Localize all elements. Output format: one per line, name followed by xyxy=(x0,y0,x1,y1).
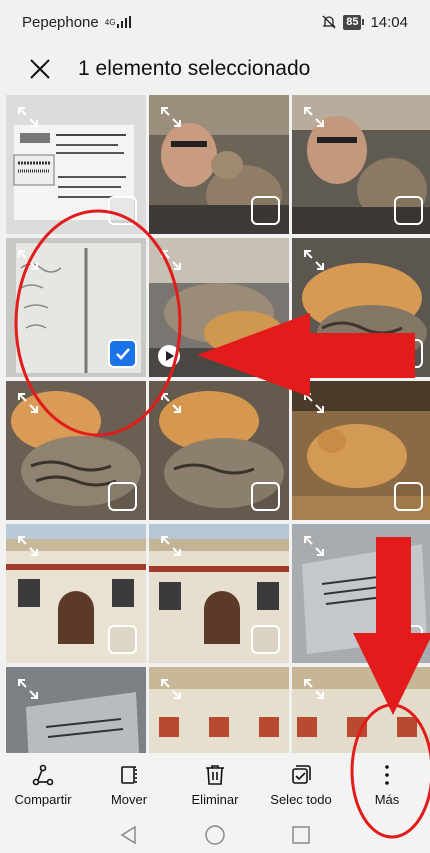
select-checkbox-checked[interactable] xyxy=(108,339,137,368)
network-type: 4G xyxy=(104,17,116,27)
photo-tile[interactable] xyxy=(149,95,289,234)
delete-label: Eliminar xyxy=(191,791,239,807)
expand-icon xyxy=(161,393,181,413)
select-all-icon xyxy=(292,764,311,784)
battery-icon: 85 xyxy=(343,14,365,30)
more-label: Más xyxy=(374,791,400,807)
expand-icon xyxy=(304,107,324,127)
action-toolbar: Compartir Mover Eliminar Selec todo Más xyxy=(0,753,430,816)
close-button[interactable] xyxy=(15,44,65,94)
close-icon xyxy=(30,59,50,79)
select-checkbox[interactable] xyxy=(108,482,137,511)
battery-level: 85 xyxy=(343,14,362,30)
system-nav-bar xyxy=(0,816,430,853)
move-label: Mover xyxy=(110,791,148,807)
share-icon xyxy=(32,764,54,785)
expand-icon xyxy=(18,536,38,556)
delete-button[interactable]: Eliminar xyxy=(172,753,258,816)
expand-icon xyxy=(18,679,38,699)
move-icon xyxy=(121,765,137,784)
expand-icon xyxy=(161,679,181,699)
select-checkbox[interactable] xyxy=(394,339,423,368)
home-icon[interactable] xyxy=(204,824,226,846)
expand-icon xyxy=(18,250,38,270)
photo-tile[interactable] xyxy=(149,667,289,753)
mute-bell-icon xyxy=(322,15,336,29)
recents-icon[interactable] xyxy=(291,825,311,845)
trash-icon xyxy=(206,764,224,785)
expand-icon xyxy=(304,536,324,556)
photo-tile[interactable] xyxy=(6,381,146,520)
more-vertical-icon xyxy=(385,764,389,785)
share-button[interactable]: Compartir xyxy=(0,753,86,816)
play-icon xyxy=(158,345,180,367)
expand-icon xyxy=(161,536,181,556)
photo-tile[interactable] xyxy=(292,667,430,753)
page-title: 1 elemento seleccionado xyxy=(78,57,311,80)
photo-tile[interactable] xyxy=(292,524,430,663)
select-checkbox[interactable] xyxy=(394,196,423,225)
select-all-label: Selec todo xyxy=(270,791,332,807)
status-bar: Pepephone 4G 85 14:04 xyxy=(0,0,430,44)
photo-grid[interactable] xyxy=(6,95,430,753)
share-label: Compartir xyxy=(14,791,72,807)
more-button[interactable]: Más xyxy=(344,753,430,816)
photo-tile[interactable] xyxy=(6,524,146,663)
clock: 14:04 xyxy=(370,13,408,31)
expand-icon xyxy=(18,393,38,413)
status-right: 85 14:04 xyxy=(321,14,408,31)
select-checkbox[interactable] xyxy=(251,482,280,511)
expand-icon xyxy=(304,679,324,699)
photo-tile[interactable] xyxy=(6,667,146,753)
select-checkbox[interactable] xyxy=(251,625,280,654)
expand-icon xyxy=(161,107,181,127)
photo-tile[interactable] xyxy=(292,238,430,377)
select-checkbox[interactable] xyxy=(108,196,137,225)
move-button[interactable]: Mover xyxy=(86,753,172,816)
back-icon[interactable] xyxy=(119,825,139,845)
photo-tile[interactable] xyxy=(149,381,289,520)
photo-tile[interactable] xyxy=(149,524,289,663)
select-checkbox[interactable] xyxy=(394,625,423,654)
photo-tile[interactable] xyxy=(292,381,430,520)
signal-icon xyxy=(117,16,132,28)
status-left: Pepephone 4G xyxy=(22,13,132,31)
photo-tile[interactable] xyxy=(6,95,146,234)
checkmark-icon xyxy=(115,347,130,360)
selection-header: 1 elemento seleccionado xyxy=(0,44,430,94)
carrier-name: Pepephone xyxy=(22,13,99,31)
select-all-button[interactable]: Selec todo xyxy=(258,753,344,816)
photo-tile-selected[interactable] xyxy=(6,238,146,377)
expand-icon xyxy=(304,250,324,270)
select-checkbox[interactable] xyxy=(108,625,137,654)
select-checkbox[interactable] xyxy=(251,196,280,225)
expand-icon xyxy=(304,393,324,413)
select-checkbox[interactable] xyxy=(394,482,423,511)
video-tile[interactable] xyxy=(149,238,289,377)
expand-icon xyxy=(18,107,38,127)
photo-tile[interactable] xyxy=(292,95,430,234)
expand-icon xyxy=(161,250,181,270)
